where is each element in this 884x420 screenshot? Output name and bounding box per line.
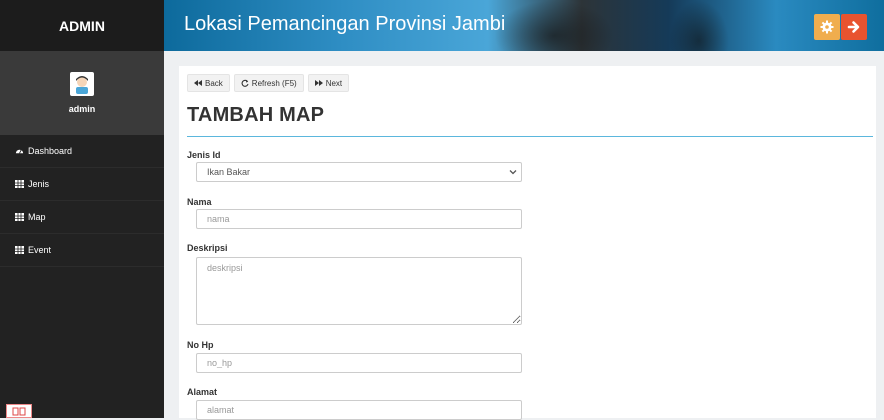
refresh-button[interactable]: Refresh (F5) [233, 74, 304, 92]
corner-logo-icon [6, 404, 32, 418]
backward-icon [194, 80, 202, 86]
sidebar: ADMIN admin Dashboard Jenis Map Event [0, 0, 164, 418]
refresh-icon [241, 79, 249, 87]
jenis-id-label: Jenis Id [187, 150, 221, 160]
content-panel: Back Refresh (F5) Next TAMBAH MAP Jenis … [179, 66, 876, 420]
deskripsi-textarea[interactable] [196, 257, 522, 325]
jenis-id-select[interactable]: Ikan Bakar [196, 162, 522, 182]
user-profile: admin [0, 51, 164, 135]
header-title: Lokasi Pemancingan Provinsi Jambi [184, 13, 506, 35]
sidebar-item-label: Jenis [28, 179, 50, 189]
refresh-button-label: Refresh (F5) [251, 78, 297, 88]
next-button[interactable]: Next [307, 74, 350, 92]
user-avatar [70, 72, 94, 96]
table-icon [14, 179, 24, 189]
next-button-label: Next [325, 78, 343, 88]
nama-label: Nama [187, 197, 212, 207]
sidebar-item-jenis[interactable]: Jenis [0, 168, 164, 201]
header-banner: Lokasi Pemancingan Provinsi Jambi [164, 0, 884, 51]
nohp-label: No Hp [187, 340, 214, 350]
arrow-right-icon [847, 21, 860, 33]
page-title: TAMBAH MAP [187, 104, 325, 126]
alamat-input[interactable] [196, 400, 522, 420]
forward-icon [314, 80, 323, 86]
sidebar-item-label: Event [28, 245, 52, 255]
sidebar-menu: Dashboard Jenis Map Event [0, 135, 164, 267]
nohp-input[interactable] [196, 353, 522, 373]
sidebar-item-label: Map [28, 212, 46, 222]
back-button-label: Back [205, 78, 223, 88]
dashboard-icon [14, 146, 24, 156]
title-divider [187, 136, 873, 137]
sidebar-item-map[interactable]: Map [0, 201, 164, 234]
sidebar-item-label: Dashboard [28, 146, 73, 156]
alamat-label: Alamat [187, 387, 218, 397]
table-icon [14, 245, 24, 255]
settings-button[interactable] [814, 14, 840, 40]
brand-logo[interactable]: ADMIN [0, 0, 164, 51]
back-button[interactable]: Back [187, 74, 230, 92]
table-icon [14, 212, 24, 222]
sidebar-item-event[interactable]: Event [0, 234, 164, 267]
sidebar-item-dashboard[interactable]: Dashboard [0, 135, 164, 168]
user-avatar-icon [76, 76, 88, 94]
user-name: admin [68, 104, 96, 114]
gear-icon [820, 20, 834, 34]
nama-input[interactable] [196, 209, 522, 229]
logout-button[interactable] [841, 14, 867, 40]
deskripsi-label: Deskripsi [187, 243, 228, 253]
nav-toolbar: Back Refresh (F5) Next [187, 74, 350, 92]
